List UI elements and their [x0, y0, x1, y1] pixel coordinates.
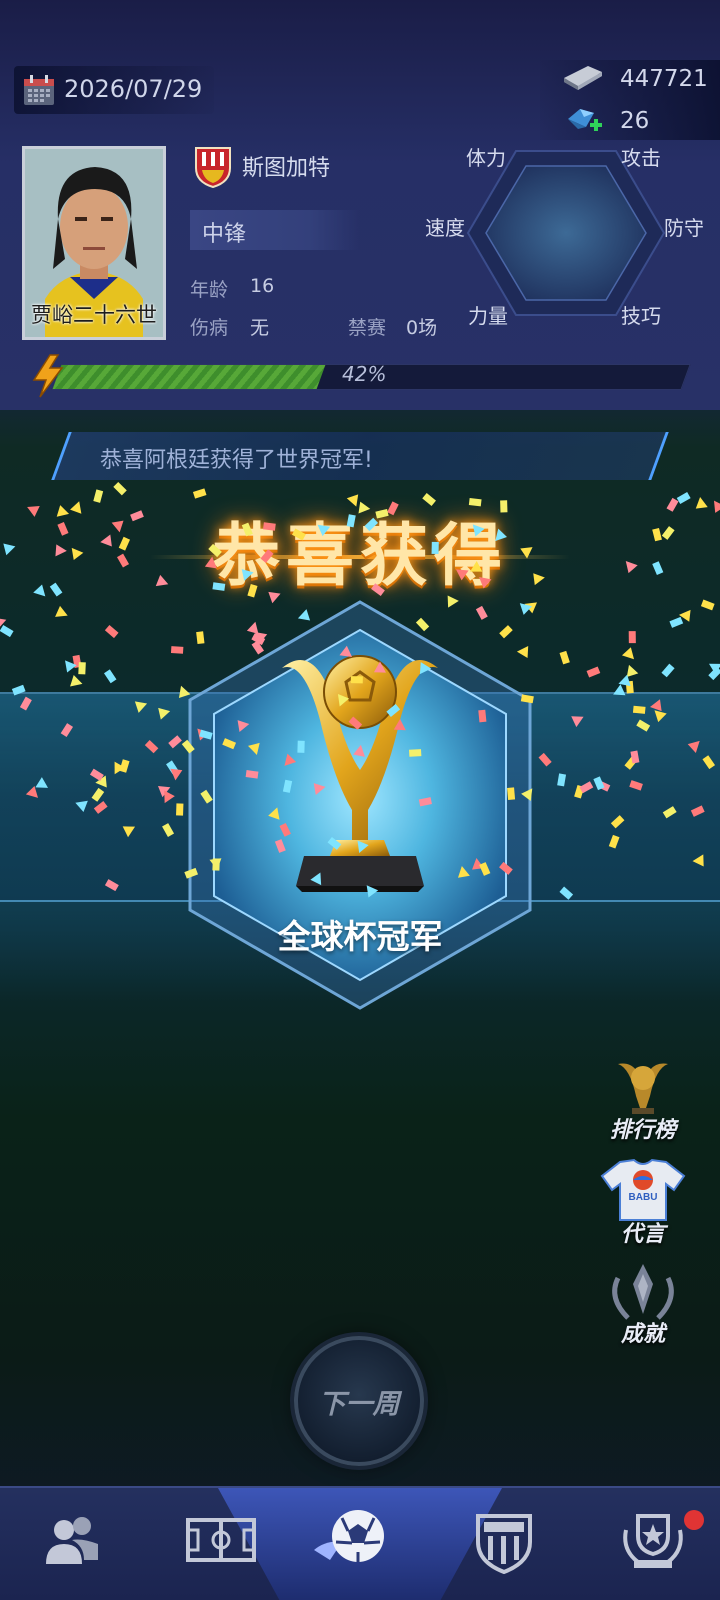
bottom-navigation [0, 1486, 720, 1600]
trophy-badge-icon [623, 1514, 683, 1568]
jersey-icon: BABU [600, 1158, 686, 1221]
confetti-piece [708, 663, 720, 675]
ban-value: 0场 [406, 317, 438, 339]
confetti-piece [192, 488, 207, 499]
soccer-ball-icon [314, 1510, 384, 1562]
confetti-piece [618, 674, 631, 687]
stat-attack: 攻击 [621, 146, 661, 170]
leaderboard-trophy-icon [618, 1063, 668, 1114]
stat-defense: 防守 [664, 216, 704, 240]
confetti-piece [104, 624, 119, 639]
age-label: 年龄 [190, 279, 229, 301]
stat-strength: 力量 [468, 304, 508, 328]
gem-amount: 26 [620, 108, 650, 134]
attribute-radar-chart[interactable] [466, 148, 666, 318]
nav-club-tab[interactable] [432, 1488, 576, 1600]
achievement-label: 成就 [620, 1322, 665, 1347]
confetti-piece [170, 646, 184, 654]
confetti-piece [628, 631, 636, 644]
confetti-piece [586, 666, 601, 678]
injury-label: 伤病 [190, 317, 229, 339]
next-week-label: 下一周 [318, 1389, 400, 1420]
leaderboard-label: 排行榜 [609, 1118, 676, 1143]
confetti-piece [103, 669, 117, 684]
confetti-piece [559, 650, 570, 665]
endorsement-button[interactable]: BABU 代言 [598, 1158, 688, 1248]
confetti-piece [78, 662, 86, 675]
confetti-piece [678, 609, 691, 622]
confetti-piece [70, 675, 83, 687]
player-header: 2026/07/29 447721 26 贾峪二十六世 斯图加特 中锋 年龄 1… [0, 0, 720, 410]
nav-match-tab[interactable] [288, 1488, 432, 1600]
award-title: 恭喜获得 [211, 517, 508, 596]
player-name: 贾峪二十六世 [31, 303, 157, 327]
age-value: 16 [250, 275, 275, 297]
confetti-piece [0, 617, 7, 630]
nav-trophy-tab[interactable] [576, 1488, 720, 1600]
confetti-piece [55, 605, 68, 617]
cash-icon[interactable] [560, 64, 604, 96]
confetti-piece [708, 666, 720, 681]
team-people-icon [46, 1517, 98, 1564]
cash-amount: 447721 [620, 66, 708, 92]
confetti-piece [661, 663, 675, 678]
jersey-text: BABU [629, 1192, 658, 1203]
nav-pitch-tab[interactable] [144, 1488, 288, 1600]
lightning-icon [32, 354, 64, 398]
confetti-piece [72, 654, 82, 668]
club-crest-icon [195, 147, 231, 188]
position-text: 中锋 [202, 222, 247, 247]
nav-team-tab[interactable] [0, 1488, 144, 1600]
news-text: 恭喜阿根廷获得了世界冠军! [100, 448, 373, 473]
club-name: 斯图加特 [242, 156, 331, 181]
achievement-button[interactable]: 成就 [598, 1262, 688, 1352]
notification-badge [684, 1510, 704, 1530]
stat-skill: 技巧 [621, 304, 661, 328]
calendar-icon [24, 75, 54, 105]
endorsement-label: 代言 [620, 1222, 665, 1247]
gem-plus-icon[interactable] [564, 105, 604, 137]
trophy-name: 全球杯冠军 [277, 917, 443, 956]
position-badge: 中锋 [190, 210, 360, 250]
leaderboard-button[interactable]: 排行榜 [598, 1058, 688, 1148]
club-shield-icon [476, 1514, 532, 1574]
confetti-piece [0, 624, 14, 638]
injury-value: 无 [250, 317, 270, 339]
confetti-piece [700, 599, 715, 611]
energy-percent: 42% [342, 362, 387, 386]
date-text: 2026/07/29 [64, 75, 203, 103]
next-week-button[interactable]: 下一周 [294, 1336, 424, 1466]
confetti-piece [669, 616, 684, 628]
confetti-piece [626, 664, 639, 678]
energy-bar-fill [52, 365, 326, 389]
confetti-piece [65, 660, 77, 673]
currency-panel: 447721 26 [540, 60, 720, 140]
game-screen: 2026/07/29 447721 26 贾峪二十六世 斯图加特 中锋 年龄 1… [0, 0, 720, 1600]
pitch-icon [186, 1518, 256, 1562]
confetti-piece [113, 481, 127, 496]
confetti-piece [621, 647, 635, 660]
stat-speed: 速度 [425, 216, 465, 240]
ban-label: 禁赛 [348, 317, 387, 339]
stat-stamina: 体力 [466, 146, 506, 170]
achievement-laurel-icon [612, 1264, 674, 1320]
date-display: 2026/07/29 [14, 66, 214, 114]
